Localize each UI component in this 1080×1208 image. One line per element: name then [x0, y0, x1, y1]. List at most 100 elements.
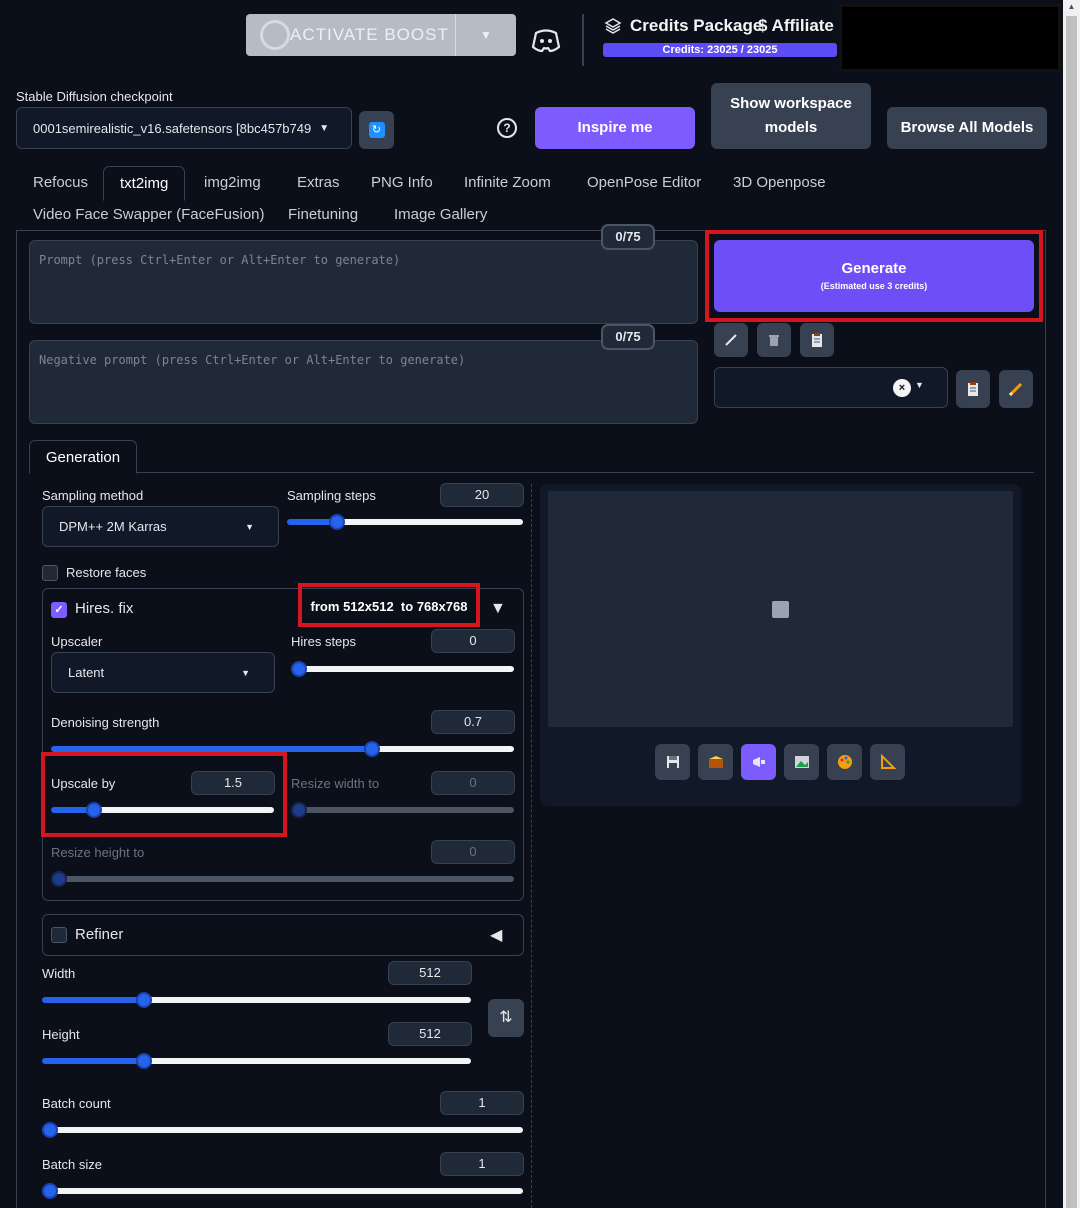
ruler-icon[interactable]	[870, 744, 905, 780]
tab-finetuning[interactable]: Finetuning	[272, 198, 374, 232]
upscaler-label: Upscaler	[51, 634, 103, 649]
save-icon[interactable]	[655, 744, 690, 780]
upscaler-select[interactable]: Latent ▼	[51, 652, 275, 693]
height-slider-thumb[interactable]	[136, 1053, 152, 1069]
clipboard-icon[interactable]	[800, 323, 834, 357]
hires-size-to: 768x768	[416, 599, 468, 614]
denoising-strength-input[interactable]: 0.7	[431, 710, 515, 734]
resize-width-input[interactable]: 0	[431, 771, 515, 795]
checkpoint-select[interactable]: 0001semirealistic_v16.safetensors [8bc45…	[16, 107, 352, 149]
denoising-strength-slider[interactable]	[51, 746, 514, 752]
tab-txt2img[interactable]: txt2img	[103, 166, 186, 201]
negative-prompt-input[interactable]: Negative prompt (press Ctrl+Enter or Alt…	[29, 340, 698, 424]
refresh-icon: ↻	[368, 122, 385, 138]
hires-fix-checkbox[interactable]: ✓	[51, 602, 67, 618]
help-icon[interactable]: ?	[497, 118, 517, 138]
upscale-by-slider-thumb[interactable]	[86, 802, 102, 818]
triangle-left-icon[interactable]: ◀	[490, 925, 502, 945]
upscaler-value: Latent	[68, 665, 105, 680]
sampling-steps-slider[interactable]	[287, 519, 523, 525]
swap-icon[interactable]: ⇅	[488, 999, 524, 1037]
hires-steps-slider[interactable]	[291, 666, 514, 672]
affiliate-link[interactable]: $ Affiliate	[758, 16, 834, 36]
styles-select[interactable]	[714, 367, 948, 408]
archive-icon[interactable]	[698, 744, 733, 780]
triangle-down-icon[interactable]: ▼	[490, 600, 506, 618]
activate-boost-button[interactable]: ACTIVATE BOOST ▼	[246, 14, 516, 56]
batch-size-slider[interactable]	[42, 1188, 523, 1194]
discord-icon[interactable]	[530, 24, 562, 56]
show-workspace-models-button[interactable]: Show workspace models	[711, 83, 871, 149]
resize-height-slider[interactable]	[51, 876, 514, 882]
restore-faces-label: Restore faces	[66, 565, 147, 580]
batch-count-slider-thumb[interactable]	[42, 1122, 58, 1138]
boost-label: ACTIVATE BOOST	[290, 25, 449, 44]
hires-fix-label: Hires. fix	[75, 600, 134, 617]
width-slider[interactable]	[42, 997, 471, 1003]
credits-bar: Credits: 23025 / 23025	[603, 43, 837, 57]
refiner-checkbox[interactable]	[51, 927, 67, 943]
resize-width-label: Resize width to	[291, 776, 380, 791]
layers-icon	[604, 18, 622, 34]
hires-steps-slider-thumb[interactable]	[291, 661, 307, 677]
chevron-down-icon[interactable]: ▼	[915, 380, 924, 390]
resize-height-input[interactable]: 0	[431, 840, 515, 864]
chevron-down-icon[interactable]: ▼	[456, 28, 516, 42]
tab-refocus[interactable]: Refocus	[17, 166, 104, 200]
tab-openpose-editor[interactable]: OpenPose Editor	[571, 166, 717, 200]
scroll-up-arrow[interactable]: ▲	[1066, 2, 1077, 12]
sampling-method-value: DPM++ 2M Karras	[59, 519, 167, 534]
height-slider[interactable]	[42, 1058, 471, 1064]
checkpoint-value: 0001semirealistic_v16.safetensors [8bc45…	[33, 120, 312, 136]
upscale-by-input[interactable]: 1.5	[191, 771, 275, 795]
pencil-icon[interactable]	[714, 323, 748, 357]
negative-prompt-token-counter: 0/75	[601, 324, 655, 350]
inspire-me-button[interactable]: Inspire me	[535, 107, 695, 149]
tab-png-info[interactable]: PNG Info	[355, 166, 449, 200]
resize-width-slider[interactable]	[291, 807, 514, 813]
close-icon[interactable]: ×	[893, 379, 911, 397]
hires-steps-input[interactable]: 0	[431, 629, 515, 653]
tab-img2img[interactable]: img2img	[188, 166, 277, 200]
sampling-steps-slider-thumb[interactable]	[328, 514, 345, 530]
batch-count-slider[interactable]	[42, 1127, 523, 1133]
tab-generation[interactable]: Generation	[29, 440, 137, 474]
prompt-input[interactable]: Prompt (press Ctrl+Enter or Alt+Enter to…	[29, 240, 698, 324]
width-input[interactable]: 512	[388, 961, 472, 985]
generate-button[interactable]: Generate (Estimated use 3 credits)	[714, 240, 1034, 312]
tab-image-gallery[interactable]: Image Gallery	[378, 198, 503, 232]
generate-label: Generate	[841, 260, 907, 277]
restore-faces-checkbox[interactable]	[42, 565, 58, 581]
resize-width-slider-thumb[interactable]	[291, 802, 307, 818]
batch-size-input[interactable]: 1	[440, 1152, 524, 1176]
pencil-icon[interactable]	[999, 370, 1033, 408]
height-label: Height	[42, 1027, 80, 1042]
batch-size-slider-thumb[interactable]	[42, 1183, 58, 1199]
tab-video-face-swapper[interactable]: Video Face Swapper (FaceFusion)	[17, 198, 281, 232]
redacted-area	[839, 4, 1061, 72]
sampling-steps-input[interactable]: 20	[440, 483, 524, 507]
batch-size-label: Batch size	[42, 1157, 102, 1172]
tab-extras[interactable]: Extras	[281, 166, 356, 200]
scrollbar-thumb[interactable]	[1066, 16, 1077, 1208]
batch-count-input[interactable]: 1	[440, 1091, 524, 1115]
clipboard-icon[interactable]	[956, 370, 990, 408]
prompt-token-counter: 0/75	[601, 224, 655, 250]
resize-height-slider-thumb[interactable]	[51, 871, 67, 887]
sampling-method-select[interactable]: DPM++ 2M Karras ▼	[42, 506, 279, 547]
denoising-strength-label: Denoising strength	[51, 715, 160, 730]
upscale-by-slider[interactable]	[51, 807, 274, 813]
denoising-strength-slider-thumb[interactable]	[363, 741, 380, 757]
tab-infinite-zoom[interactable]: Infinite Zoom	[448, 166, 567, 200]
trash-icon[interactable]	[757, 323, 791, 357]
width-slider-thumb[interactable]	[136, 992, 152, 1008]
refresh-checkpoint-button[interactable]: ↻	[359, 111, 394, 149]
send-icon[interactable]	[741, 744, 776, 780]
credits-package-link[interactable]: Credits Package	[604, 16, 762, 36]
image-icon[interactable]	[784, 744, 819, 780]
tab-3d-openpose[interactable]: 3D Openpose	[717, 166, 842, 200]
hires-size-from: 512x512	[343, 599, 394, 614]
height-input[interactable]: 512	[388, 1022, 472, 1046]
palette-icon[interactable]	[827, 744, 862, 780]
browse-all-models-button[interactable]: Browse All Models	[887, 107, 1047, 149]
